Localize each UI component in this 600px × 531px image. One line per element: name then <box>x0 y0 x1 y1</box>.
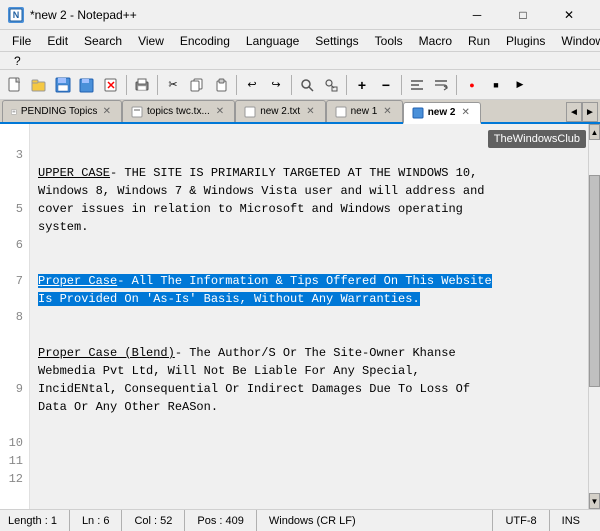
status-encoding: UTF-8 <box>493 510 549 531</box>
menu-run[interactable]: Run <box>460 32 498 50</box>
app-icon: N <box>8 7 24 23</box>
editor-line-3: UPPER CASE- THE SITE IS PRIMARILY TARGET… <box>38 166 484 234</box>
scroll-thumb[interactable] <box>589 175 600 387</box>
minimize-button[interactable]: ─ <box>454 0 500 30</box>
menu-view[interactable]: View <box>130 32 172 50</box>
indent-button[interactable] <box>406 74 428 96</box>
menu-settings[interactable]: Settings <box>307 32 366 50</box>
toolbar-separator-5 <box>346 75 347 95</box>
copy-button[interactable] <box>186 74 208 96</box>
toolbar-separator-3 <box>236 75 237 95</box>
wordwrap-button[interactable] <box>430 74 452 96</box>
tab-label-pending: PENDING Topics Beta Upcoming... <box>21 106 97 117</box>
menu-language[interactable]: Language <box>238 32 307 50</box>
macro-record-button[interactable]: ● <box>461 74 483 96</box>
scroll-down-button[interactable]: ▼ <box>589 493 600 509</box>
tab-new1[interactable]: new 1 ✕ <box>326 100 403 122</box>
menu-window[interactable]: Window <box>553 32 600 50</box>
tab-icon-pending <box>11 106 17 118</box>
editor-line-8: Proper Case (Blend)- The Author/S Or The… <box>38 346 470 414</box>
menu-edit[interactable]: Edit <box>39 32 76 50</box>
maximize-button[interactable]: □ <box>500 0 546 30</box>
toolbar: ✂ ↩ ↪ + − ● ■ ▶ <box>0 70 600 100</box>
close-btn[interactable] <box>100 74 122 96</box>
tab-label-new1: new 1 <box>351 106 378 117</box>
toolbar-separator-1 <box>126 75 127 95</box>
tab-new2txt[interactable]: new 2.txt ✕ <box>235 100 325 122</box>
find-button[interactable] <box>296 74 318 96</box>
tab-pending[interactable]: PENDING Topics Beta Upcoming... ✕ <box>2 100 122 122</box>
editor-content[interactable]: UPPER CASE- THE SITE IS PRIMARILY TARGET… <box>30 124 588 509</box>
save-button[interactable] <box>52 74 74 96</box>
tab-close-new1[interactable]: ✕ <box>381 105 393 118</box>
redo-button[interactable]: ↪ <box>265 74 287 96</box>
tab-close-pending[interactable]: ✕ <box>101 105 113 118</box>
menu-macro[interactable]: Macro <box>411 32 460 50</box>
close-window-button[interactable]: ✕ <box>546 0 592 30</box>
replace-button[interactable] <box>320 74 342 96</box>
tab-label-new2: new 2 <box>428 107 456 118</box>
tab-icon-new2 <box>412 107 424 119</box>
tab-icon-new2txt <box>244 106 256 118</box>
tab-close-topics[interactable]: ✕ <box>214 105 226 118</box>
undo-button[interactable]: ↩ <box>241 74 263 96</box>
menu-encoding[interactable]: Encoding <box>172 32 238 50</box>
print-button[interactable] <box>131 74 153 96</box>
status-line-ending: Windows (CR LF) <box>257 510 494 531</box>
new-button[interactable] <box>4 74 26 96</box>
status-col: Col : 52 <box>122 510 185 531</box>
menu-file[interactable]: File <box>4 32 39 50</box>
toolbar-separator-7 <box>456 75 457 95</box>
tab-label-new2txt: new 2.txt <box>260 106 300 117</box>
cut-button[interactable]: ✂ <box>162 74 184 96</box>
svg-text:N: N <box>13 10 20 20</box>
toolbar-separator-6 <box>401 75 402 95</box>
save-all-button[interactable] <box>76 74 98 96</box>
zoom-out-button[interactable]: − <box>375 74 397 96</box>
toolbar-separator-2 <box>157 75 158 95</box>
tab-topics[interactable]: topics twc.tx... ✕ <box>122 100 235 122</box>
line-numbers: 3 5 6 7 8 9 10 11 12 13 <box>0 124 30 509</box>
vertical-scrollbar[interactable]: ▲ ▼ <box>588 124 600 509</box>
tab-prev-button[interactable]: ◄ <box>566 102 582 122</box>
tab-close-new2[interactable]: ✕ <box>459 106 471 119</box>
status-insert-mode: INS <box>550 510 592 531</box>
title-bar: N *new 2 - Notepad++ ─ □ ✕ <box>0 0 600 30</box>
tab-icon-topics <box>131 106 143 118</box>
scroll-up-button[interactable]: ▲ <box>589 124 600 140</box>
toolbar-separator-4 <box>291 75 292 95</box>
tab-close-new2txt[interactable]: ✕ <box>304 105 316 118</box>
tab-label-topics: topics twc.tx... <box>147 106 210 117</box>
tab-navigation: ◄ ► <box>566 102 598 122</box>
tab-bar: PENDING Topics Beta Upcoming... ✕ topics… <box>0 100 600 124</box>
macro-stop-button[interactable]: ■ <box>485 74 507 96</box>
scroll-track[interactable] <box>589 140 600 493</box>
tab-new2[interactable]: new 2 ✕ <box>403 102 481 124</box>
status-ln: Ln : 6 <box>70 510 123 531</box>
tab-icon-new1 <box>335 106 347 118</box>
menu-bar: File Edit Search View Encoding Language … <box>0 30 600 52</box>
menu-search[interactable]: Search <box>76 32 130 50</box>
help-bar: ? <box>0 52 600 70</box>
editor-line-6: Proper Case- All The Information & Tips … <box>38 274 492 306</box>
window-title: *new 2 - Notepad++ <box>30 8 137 22</box>
status-bar: Length : 1 Ln : 6 Col : 52 Pos : 409 Win… <box>0 509 600 531</box>
zoom-in-button[interactable]: + <box>351 74 373 96</box>
menu-tools[interactable]: Tools <box>367 32 411 50</box>
help-question[interactable]: ? <box>6 52 29 70</box>
tab-next-button[interactable]: ► <box>582 102 598 122</box>
paste-button[interactable] <box>210 74 232 96</box>
menu-plugins[interactable]: Plugins <box>498 32 553 50</box>
status-length: Length : 1 <box>8 510 70 531</box>
macro-play-button[interactable]: ▶ <box>509 74 531 96</box>
open-button[interactable] <box>28 74 50 96</box>
status-pos: Pos : 409 <box>185 510 256 531</box>
